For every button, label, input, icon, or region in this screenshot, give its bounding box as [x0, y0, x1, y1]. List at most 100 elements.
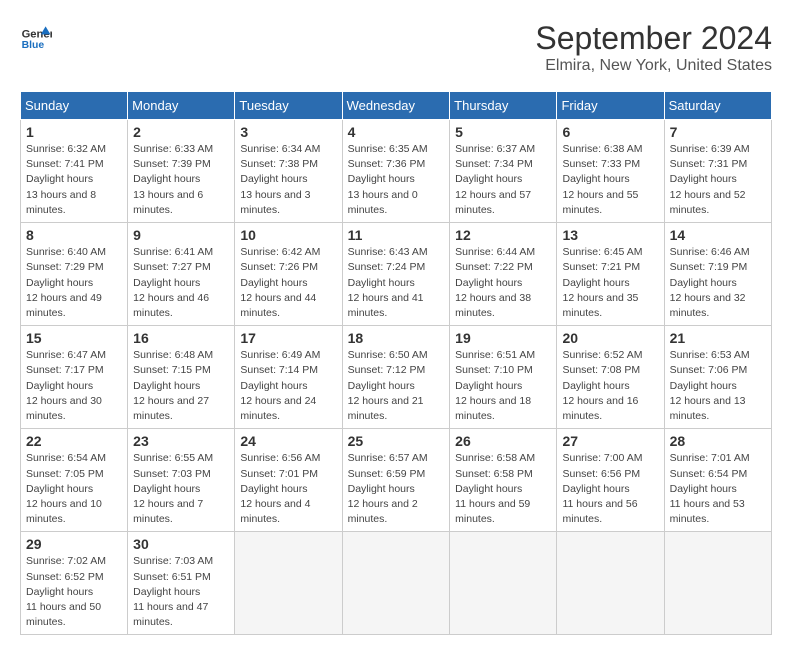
day-info: Sunrise: 6:45 AM Sunset: 7:21 PM Dayligh… [562, 245, 658, 321]
day-number: 22 [26, 433, 122, 449]
table-row: 1 Sunrise: 6:32 AM Sunset: 7:41 PM Dayli… [21, 120, 128, 223]
day-number: 2 [133, 124, 229, 140]
day-number: 16 [133, 330, 229, 346]
table-row [664, 532, 771, 635]
day-info: Sunrise: 6:54 AM Sunset: 7:05 PM Dayligh… [26, 451, 122, 527]
day-number: 25 [348, 433, 445, 449]
logo: General Blue [20, 20, 52, 52]
day-number: 9 [133, 227, 229, 243]
calendar-week-row: 8 Sunrise: 6:40 AM Sunset: 7:29 PM Dayli… [21, 223, 772, 326]
day-info: Sunrise: 6:50 AM Sunset: 7:12 PM Dayligh… [348, 348, 445, 424]
day-info: Sunrise: 6:39 AM Sunset: 7:31 PM Dayligh… [670, 142, 766, 218]
table-row: 15 Sunrise: 6:47 AM Sunset: 7:17 PM Dayl… [21, 326, 128, 429]
calendar-week-row: 15 Sunrise: 6:47 AM Sunset: 7:17 PM Dayl… [21, 326, 772, 429]
day-number: 1 [26, 124, 122, 140]
logo-icon: General Blue [20, 20, 52, 52]
table-row: 16 Sunrise: 6:48 AM Sunset: 7:15 PM Dayl… [128, 326, 235, 429]
day-number: 21 [670, 330, 766, 346]
day-info: Sunrise: 7:02 AM Sunset: 6:52 PM Dayligh… [26, 554, 122, 630]
day-info: Sunrise: 6:33 AM Sunset: 7:39 PM Dayligh… [133, 142, 229, 218]
day-info: Sunrise: 6:37 AM Sunset: 7:34 PM Dayligh… [455, 142, 551, 218]
table-row: 6 Sunrise: 6:38 AM Sunset: 7:33 PM Dayli… [557, 120, 664, 223]
day-info: Sunrise: 6:44 AM Sunset: 7:22 PM Dayligh… [455, 245, 551, 321]
day-info: Sunrise: 7:01 AM Sunset: 6:54 PM Dayligh… [670, 451, 766, 527]
table-row [235, 532, 342, 635]
day-number: 13 [562, 227, 658, 243]
page-subtitle: Elmira, New York, United States [535, 57, 772, 75]
day-number: 4 [348, 124, 445, 140]
table-row: 10 Sunrise: 6:42 AM Sunset: 7:26 PM Dayl… [235, 223, 342, 326]
calendar-table: Sunday Monday Tuesday Wednesday Thursday… [20, 91, 772, 635]
day-info: Sunrise: 6:56 AM Sunset: 7:01 PM Dayligh… [240, 451, 336, 527]
day-info: Sunrise: 6:42 AM Sunset: 7:26 PM Dayligh… [240, 245, 336, 321]
day-info: Sunrise: 6:57 AM Sunset: 6:59 PM Dayligh… [348, 451, 445, 527]
table-row: 2 Sunrise: 6:33 AM Sunset: 7:39 PM Dayli… [128, 120, 235, 223]
table-row: 4 Sunrise: 6:35 AM Sunset: 7:36 PM Dayli… [342, 120, 450, 223]
day-info: Sunrise: 6:43 AM Sunset: 7:24 PM Dayligh… [348, 245, 445, 321]
table-row: 20 Sunrise: 6:52 AM Sunset: 7:08 PM Dayl… [557, 326, 664, 429]
day-info: Sunrise: 6:51 AM Sunset: 7:10 PM Dayligh… [455, 348, 551, 424]
day-number: 11 [348, 227, 445, 243]
col-monday: Monday [128, 92, 235, 120]
table-row: 18 Sunrise: 6:50 AM Sunset: 7:12 PM Dayl… [342, 326, 450, 429]
day-info: Sunrise: 6:35 AM Sunset: 7:36 PM Dayligh… [348, 142, 445, 218]
page-title: September 2024 [535, 20, 772, 57]
table-row: 30 Sunrise: 7:03 AM Sunset: 6:51 PM Dayl… [128, 532, 235, 635]
table-row [450, 532, 557, 635]
page-header: General Blue September 2024 Elmira, New … [20, 20, 772, 75]
day-number: 20 [562, 330, 658, 346]
day-info: Sunrise: 6:47 AM Sunset: 7:17 PM Dayligh… [26, 348, 122, 424]
day-number: 24 [240, 433, 336, 449]
day-number: 3 [240, 124, 336, 140]
day-info: Sunrise: 6:38 AM Sunset: 7:33 PM Dayligh… [562, 142, 658, 218]
table-row: 7 Sunrise: 6:39 AM Sunset: 7:31 PM Dayli… [664, 120, 771, 223]
day-number: 23 [133, 433, 229, 449]
day-info: Sunrise: 6:58 AM Sunset: 6:58 PM Dayligh… [455, 451, 551, 527]
table-row: 13 Sunrise: 6:45 AM Sunset: 7:21 PM Dayl… [557, 223, 664, 326]
day-info: Sunrise: 7:03 AM Sunset: 6:51 PM Dayligh… [133, 554, 229, 630]
day-info: Sunrise: 6:52 AM Sunset: 7:08 PM Dayligh… [562, 348, 658, 424]
day-info: Sunrise: 6:34 AM Sunset: 7:38 PM Dayligh… [240, 142, 336, 218]
day-info: Sunrise: 6:41 AM Sunset: 7:27 PM Dayligh… [133, 245, 229, 321]
table-row: 24 Sunrise: 6:56 AM Sunset: 7:01 PM Dayl… [235, 429, 342, 532]
title-section: September 2024 Elmira, New York, United … [535, 20, 772, 75]
day-number: 19 [455, 330, 551, 346]
day-info: Sunrise: 6:46 AM Sunset: 7:19 PM Dayligh… [670, 245, 766, 321]
table-row: 19 Sunrise: 6:51 AM Sunset: 7:10 PM Dayl… [450, 326, 557, 429]
day-number: 6 [562, 124, 658, 140]
day-number: 5 [455, 124, 551, 140]
table-row: 22 Sunrise: 6:54 AM Sunset: 7:05 PM Dayl… [21, 429, 128, 532]
day-number: 7 [670, 124, 766, 140]
table-row: 29 Sunrise: 7:02 AM Sunset: 6:52 PM Dayl… [21, 532, 128, 635]
day-info: Sunrise: 6:53 AM Sunset: 7:06 PM Dayligh… [670, 348, 766, 424]
day-info: Sunrise: 6:40 AM Sunset: 7:29 PM Dayligh… [26, 245, 122, 321]
day-number: 12 [455, 227, 551, 243]
col-thursday: Thursday [450, 92, 557, 120]
table-row: 3 Sunrise: 6:34 AM Sunset: 7:38 PM Dayli… [235, 120, 342, 223]
day-info: Sunrise: 6:32 AM Sunset: 7:41 PM Dayligh… [26, 142, 122, 218]
table-row: 11 Sunrise: 6:43 AM Sunset: 7:24 PM Dayl… [342, 223, 450, 326]
day-number: 30 [133, 536, 229, 552]
day-info: Sunrise: 6:48 AM Sunset: 7:15 PM Dayligh… [133, 348, 229, 424]
day-number: 17 [240, 330, 336, 346]
calendar-header-row: Sunday Monday Tuesday Wednesday Thursday… [21, 92, 772, 120]
col-friday: Friday [557, 92, 664, 120]
day-info: Sunrise: 6:49 AM Sunset: 7:14 PM Dayligh… [240, 348, 336, 424]
table-row: 21 Sunrise: 6:53 AM Sunset: 7:06 PM Dayl… [664, 326, 771, 429]
svg-text:Blue: Blue [22, 40, 45, 51]
calendar-week-row: 29 Sunrise: 7:02 AM Sunset: 6:52 PM Dayl… [21, 532, 772, 635]
day-number: 15 [26, 330, 122, 346]
table-row: 14 Sunrise: 6:46 AM Sunset: 7:19 PM Dayl… [664, 223, 771, 326]
day-number: 14 [670, 227, 766, 243]
table-row: 5 Sunrise: 6:37 AM Sunset: 7:34 PM Dayli… [450, 120, 557, 223]
col-saturday: Saturday [664, 92, 771, 120]
day-number: 28 [670, 433, 766, 449]
day-number: 18 [348, 330, 445, 346]
table-row: 27 Sunrise: 7:00 AM Sunset: 6:56 PM Dayl… [557, 429, 664, 532]
day-number: 8 [26, 227, 122, 243]
table-row [557, 532, 664, 635]
table-row: 17 Sunrise: 6:49 AM Sunset: 7:14 PM Dayl… [235, 326, 342, 429]
table-row: 26 Sunrise: 6:58 AM Sunset: 6:58 PM Dayl… [450, 429, 557, 532]
table-row: 23 Sunrise: 6:55 AM Sunset: 7:03 PM Dayl… [128, 429, 235, 532]
day-number: 27 [562, 433, 658, 449]
